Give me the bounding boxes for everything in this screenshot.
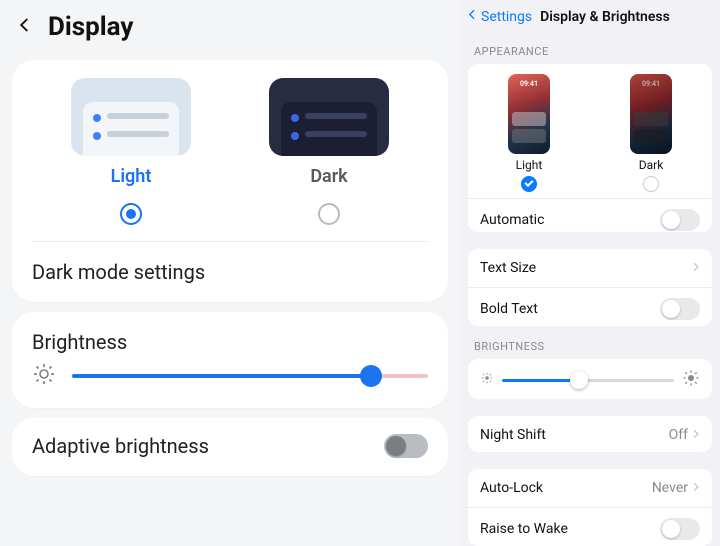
chevron-right-icon (692, 480, 700, 496)
ios-brightness-card (468, 359, 712, 399)
text-size-label: Text Size (480, 260, 536, 276)
ios-appearance-label-light: Light (516, 158, 543, 172)
brightness-slider[interactable] (72, 374, 428, 378)
brightness-slider-thumb[interactable] (360, 365, 382, 387)
ios-phone-preview-light: 09:41 (508, 74, 550, 154)
raise-to-wake-row[interactable]: Raise to Wake (468, 507, 712, 546)
automatic-toggle[interactable] (660, 209, 700, 231)
lock-card: Auto-Lock Never Raise to Wake (468, 469, 712, 546)
ios-brightness-row (468, 359, 712, 399)
automatic-row[interactable]: Automatic (468, 198, 712, 232)
ios-appearance-option-light[interactable]: 09:41 Light (468, 74, 590, 192)
appearance-options: Light Dark (32, 60, 428, 197)
auto-lock-label: Auto-Lock (480, 480, 543, 496)
ios-display-settings-pane: Settings Display & Brightness Appearance… (460, 0, 720, 546)
adaptive-brightness-toggle[interactable] (384, 434, 428, 458)
night-shift-value: Off (669, 427, 688, 443)
bold-text-label: Bold Text (480, 301, 538, 317)
appearance-label-dark: Dark (310, 166, 347, 187)
ios-brightness-slider-thumb[interactable] (570, 371, 588, 389)
ios-brightness-slider[interactable] (502, 379, 674, 382)
text-card: Text Size Bold Text (468, 249, 712, 326)
theme-preview-light (71, 78, 191, 156)
automatic-label: Automatic (480, 212, 544, 228)
text-size-row[interactable]: Text Size (468, 249, 712, 287)
dark-mode-settings-link[interactable]: Dark mode settings (32, 242, 428, 302)
page-title: Display (48, 12, 133, 42)
ios-phone-time: 09:41 (508, 80, 550, 88)
ios-appearance-label-dark: Dark (639, 158, 664, 172)
appearance-radio-row (32, 197, 428, 242)
chevron-right-icon (692, 427, 700, 443)
ios-appearance-option-dark[interactable]: 09:41 Dark (590, 74, 712, 192)
ios-check-light[interactable] (521, 176, 537, 192)
theme-preview-dark (269, 78, 389, 156)
ios-phone-time-dark: 09:41 (630, 80, 672, 88)
back-icon[interactable] (16, 16, 34, 38)
ios-nav: Settings Display & Brightness (460, 0, 720, 31)
ios-brightness-header: Brightness (460, 326, 720, 359)
night-shift-card: Night Shift Off (468, 416, 712, 452)
ios-back-icon[interactable] (466, 8, 479, 25)
ios-page-title: Display & Brightness (540, 9, 670, 25)
appearance-label-light: Light (111, 166, 152, 187)
night-shift-row[interactable]: Night Shift Off (468, 416, 712, 452)
ios-check-dark[interactable] (643, 176, 659, 192)
brightness-title: Brightness (32, 312, 428, 362)
appearance-option-light[interactable]: Light (32, 78, 230, 187)
adaptive-brightness-card: Adaptive brightness (12, 418, 448, 476)
android-display-settings-pane: Display Light Dark (0, 0, 460, 546)
bold-text-toggle[interactable] (660, 298, 700, 320)
brightness-card: Brightness (12, 312, 448, 408)
appearance-option-dark[interactable]: Dark (230, 78, 428, 187)
auto-lock-row[interactable]: Auto-Lock Never (468, 469, 712, 507)
radio-light[interactable] (120, 203, 142, 225)
radio-dark[interactable] (318, 203, 340, 225)
raise-to-wake-toggle[interactable] (660, 518, 700, 540)
chevron-right-icon (692, 260, 700, 276)
brightness-slider-row (32, 362, 428, 408)
adaptive-brightness-row[interactable]: Adaptive brightness (32, 418, 428, 474)
appearance-card: Light Dark Dark mode settings (12, 60, 448, 302)
ios-phone-preview-dark: 09:41 (630, 74, 672, 154)
sun-small-icon (480, 371, 494, 389)
raise-to-wake-label: Raise to Wake (480, 521, 568, 537)
ios-back-label[interactable]: Settings (481, 9, 532, 25)
ios-appearance-options: 09:41 Light 09:41 Dark (468, 64, 712, 198)
night-shift-label: Night Shift (480, 427, 546, 443)
adaptive-brightness-label: Adaptive brightness (32, 434, 209, 458)
ios-appearance-card: 09:41 Light 09:41 Dark Automatic (468, 64, 712, 232)
appearance-header: Appearance (460, 31, 720, 64)
auto-lock-value: Never (652, 480, 688, 496)
sun-large-icon (682, 369, 700, 391)
header: Display (0, 0, 460, 50)
sun-icon (32, 362, 56, 390)
bold-text-row[interactable]: Bold Text (468, 287, 712, 326)
